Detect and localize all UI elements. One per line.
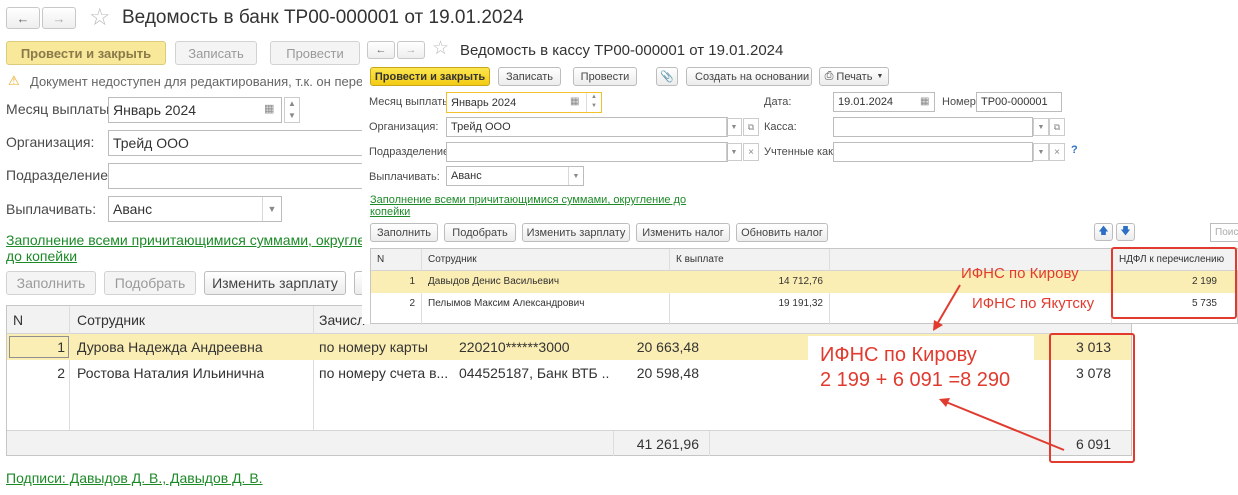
- annotation-arrows: [933, 284, 1065, 451]
- arrow-to-callout: [935, 284, 961, 327]
- arrow-from-total: [945, 401, 1065, 451]
